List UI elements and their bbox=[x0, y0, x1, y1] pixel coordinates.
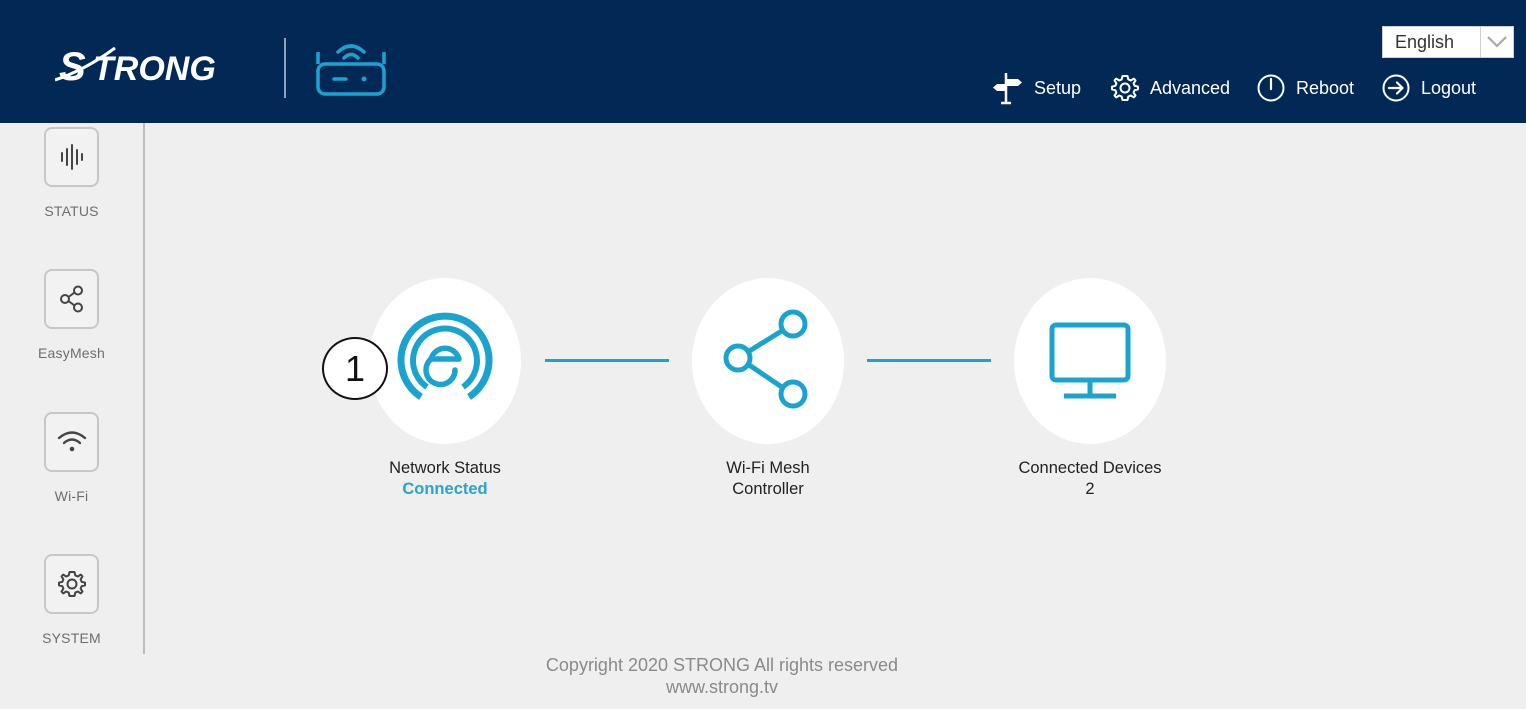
connected-devices-node[interactable] bbox=[1014, 278, 1166, 444]
connector-line bbox=[867, 359, 991, 362]
sidebar-button-wifi[interactable] bbox=[44, 412, 99, 472]
sidebar-item-wifi[interactable]: Wi-Fi bbox=[0, 412, 143, 504]
gear-icon bbox=[1111, 75, 1139, 101]
sidebar-label-status: STATUS bbox=[44, 203, 99, 219]
mesh-controller-text: Wi-Fi Mesh Controller bbox=[658, 458, 878, 500]
sidebar-label-easymesh: EasyMesh bbox=[38, 345, 105, 361]
mesh-controller-title-line1: Wi-Fi Mesh bbox=[726, 459, 810, 477]
wifi-icon bbox=[57, 431, 86, 452]
copyright-text: Copyright 2020 STRONG All rights reserve… bbox=[545, 655, 899, 675]
power-icon bbox=[1257, 74, 1285, 102]
advanced-button[interactable]: Advanced bbox=[1110, 70, 1230, 106]
setup-label: Setup bbox=[1034, 77, 1082, 98]
connector-line bbox=[545, 359, 669, 362]
connected-devices-title: Connected Devices bbox=[1018, 459, 1162, 477]
connected-devices-text: Connected Devices 2 bbox=[980, 458, 1200, 500]
sidebar-label-wifi: Wi-Fi bbox=[54, 488, 89, 504]
easymesh-logo-icon bbox=[397, 312, 493, 400]
mesh-controller-node[interactable] bbox=[692, 278, 844, 444]
sidebar-button-status[interactable] bbox=[44, 127, 99, 187]
logout-button[interactable]: Logout bbox=[1381, 70, 1476, 106]
sidebar-button-easymesh[interactable] bbox=[44, 269, 99, 329]
footer: Copyright 2020 STRONG All rights reserve… bbox=[472, 654, 972, 698]
share-icon bbox=[723, 309, 808, 409]
monitor-icon bbox=[1049, 322, 1131, 399]
advanced-label: Advanced bbox=[1150, 77, 1231, 98]
language-value: English bbox=[1395, 31, 1455, 52]
website-link[interactable]: www.strong.tv bbox=[472, 676, 972, 698]
reboot-button[interactable]: Reboot bbox=[1256, 70, 1354, 106]
sidebar-item-status[interactable]: STATUS bbox=[0, 127, 143, 219]
logo-divider bbox=[284, 38, 286, 98]
sidebar-item-easymesh[interactable]: EasyMesh bbox=[0, 269, 143, 361]
svg-text:TRONG: TRONG bbox=[93, 50, 216, 88]
reboot-label: Reboot bbox=[1296, 77, 1355, 98]
connected-devices-count: 2 bbox=[1085, 480, 1095, 498]
callout-marker: 1 bbox=[322, 337, 388, 400]
language-select[interactable]: English bbox=[1382, 26, 1514, 58]
sidebar-item-system[interactable]: SYSTEM bbox=[0, 554, 143, 646]
sidebar: STATUS EasyMesh Wi-Fi SYSTEM bbox=[0, 123, 145, 654]
mesh-controller-title-line2: Controller bbox=[732, 480, 804, 498]
strong-logo: S TRONG bbox=[55, 45, 216, 89]
network-status-node[interactable] bbox=[369, 278, 521, 444]
sidebar-button-system[interactable] bbox=[44, 554, 99, 614]
network-status-value: Connected bbox=[402, 480, 488, 498]
logout-icon bbox=[1382, 74, 1410, 102]
setup-button[interactable]: Setup bbox=[992, 70, 1081, 106]
chevron-down-icon[interactable] bbox=[1480, 27, 1513, 57]
sidebar-label-system: SYSTEM bbox=[42, 630, 101, 646]
gear-icon bbox=[57, 571, 86, 597]
signpost-icon bbox=[993, 73, 1022, 105]
header-bar: S TRONG English Setup Advanced Reboot Lo… bbox=[0, 0, 1526, 123]
router-icon bbox=[316, 44, 386, 96]
activity-icon bbox=[60, 144, 83, 170]
share-icon bbox=[59, 285, 83, 313]
network-status-text: Network Status Connected bbox=[335, 458, 555, 500]
logout-label: Logout bbox=[1421, 77, 1477, 98]
network-status-title: Network Status bbox=[389, 459, 501, 477]
